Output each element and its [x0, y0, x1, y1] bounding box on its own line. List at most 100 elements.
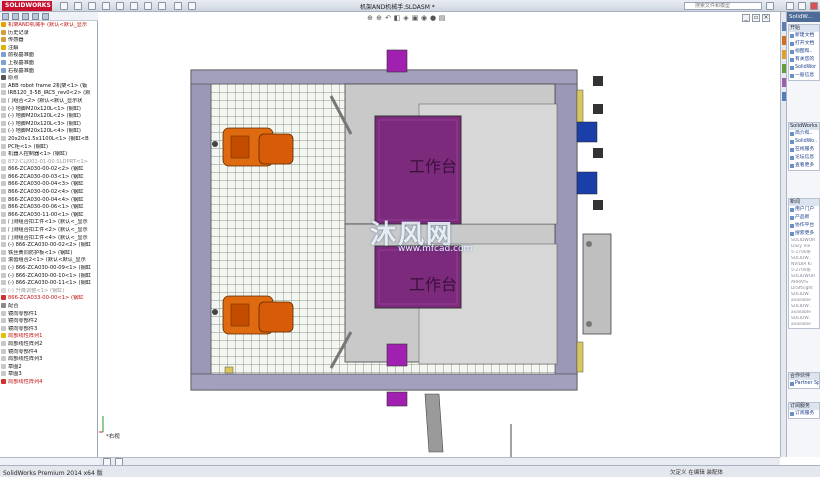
task-link[interactable]: Partner Sp — [789, 380, 819, 388]
tree-item[interactable]: 配合 — [1, 302, 97, 311]
tree-item[interactable]: IRB120_3-58_IRC5_rev0<2> (默 — [1, 90, 97, 98]
section-view-icon[interactable]: ◧ — [393, 14, 401, 22]
tree-item[interactable]: 门测组合扣工件<2> (默认<_显示 — [1, 227, 97, 235]
solidworks-logo[interactable]: SOLIDWORKS — [2, 1, 52, 11]
view-orientation-icon[interactable]: ◈ — [402, 14, 410, 22]
dimxpert-tab-icon[interactable] — [32, 13, 39, 20]
property-tab-icon[interactable] — [12, 13, 19, 20]
tree-item[interactable]: 镜向零部件3 — [1, 325, 97, 334]
options-icon[interactable] — [158, 2, 166, 10]
tree-item[interactable]: (-) 升降调整<1> (钢缸) — [1, 287, 97, 296]
previous-view-icon[interactable]: ↶ — [384, 14, 392, 22]
tree-item[interactable]: (-) 866-ZCA030-00-09<1> (钢缸 — [1, 265, 97, 273]
zoom-area-icon[interactable]: ⊕ — [375, 14, 383, 22]
hide-show-icon[interactable]: ◉ — [420, 14, 428, 22]
tree-item[interactable]: 866-ZCA030-11-00<1> (钢缸 — [1, 211, 97, 220]
new-file-icon[interactable] — [60, 2, 68, 10]
tree-item[interactable]: (-) 地脚M20x120L<1> (钢缸) — [1, 105, 97, 114]
close-button[interactable] — [810, 2, 818, 10]
task-link[interactable]: 订阅服务 — [789, 410, 819, 418]
open-file-icon[interactable] — [74, 2, 82, 10]
tree-item[interactable]: 原点 — [1, 75, 97, 83]
tree-item[interactable]: (-) 地脚M20x120L<3> (钢缸) — [1, 120, 97, 129]
tree-item[interactable]: (-) 地脚M20x120L<4> (钢缸) — [1, 128, 97, 136]
tree-item[interactable]: (-) 866-ZCA030-00-02<2> (钢缸 — [1, 242, 97, 250]
task-link[interactable]: 新建文档 — [789, 32, 819, 40]
doc-minimize-button[interactable]: _ — [742, 14, 750, 22]
task-link[interactable]: 在线服务 — [789, 146, 819, 154]
tree-item[interactable]: 局部线性阵列4 — [1, 378, 97, 387]
task-link[interactable]: 一般信息 — [789, 72, 819, 80]
tree-item[interactable]: 滚齿组合2<1> (默认<默认_显示 — [1, 257, 97, 265]
task-link[interactable]: SolidWo.. — [789, 138, 819, 146]
rebuild-icon[interactable] — [144, 2, 152, 10]
tree-item-label: 局部线性阵列4 — [8, 378, 43, 385]
print-icon[interactable] — [102, 2, 110, 10]
tree-item[interactable]: 866-ZCA033-00-00<1> (钢缸 — [1, 295, 97, 303]
undo-icon[interactable] — [116, 2, 124, 10]
tree-item[interactable]: 铁丝黄同防护板<1> (钢缸) — [1, 249, 97, 258]
search-input[interactable]: 搜索文件和模型 — [684, 2, 762, 10]
tree-item[interactable]: 872-CLJ001-01-00.SLDPRT<1> — [1, 158, 97, 167]
zoom-fit-icon[interactable]: ⊕ — [366, 14, 374, 22]
feature-tree-tab-icon[interactable] — [2, 13, 9, 20]
tree-item[interactable]: 局部线性阵列3 — [1, 356, 97, 364]
tree-item[interactable]: 局部线性阵列1 — [1, 333, 97, 341]
tree-item[interactable]: 镜向零部件1 — [1, 310, 97, 319]
tree-item[interactable]: 传感器 — [1, 37, 97, 45]
task-link[interactable]: 产品新 — [789, 214, 819, 222]
file-props-icon[interactable] — [174, 2, 182, 10]
tree-item[interactable]: 866-ZCA030-00-04<4> (钢缸 — [1, 196, 97, 205]
tree-item[interactable]: 866-ZCA030-00-04<3> (钢缸 — [1, 181, 97, 189]
tree-item[interactable]: 草图3 — [1, 371, 97, 379]
tree-item[interactable]: (-) 866-ZCA030-00-11<1> (钢缸 — [1, 280, 97, 288]
task-link[interactable]: 协作平台 — [789, 222, 819, 230]
gear-icon[interactable] — [188, 2, 196, 10]
display-style-icon[interactable]: ▣ — [411, 14, 419, 22]
tree-item[interactable]: ABB robot frame 2机架<1> (钣 — [1, 82, 97, 91]
tree-item[interactable]: 机器人控制器<1> (钢缸) — [1, 151, 97, 159]
tree-item[interactable]: 866-ZCA030-00-06<1> (钢缸 — [1, 204, 97, 212]
task-link[interactable]: 用户门户 — [789, 206, 819, 214]
task-link[interactable]: 简介和.. — [789, 130, 819, 138]
config-tab-icon[interactable] — [22, 13, 29, 20]
tree-item[interactable]: PC柜<1> (钢缸) — [1, 143, 97, 152]
task-link[interactable]: 有关您的 — [789, 56, 819, 64]
tree-item[interactable]: 866-ZCA030-00-02<2> (钢缸 — [1, 166, 97, 174]
save-icon[interactable] — [88, 2, 96, 10]
tree-item[interactable]: 20x20x1.5x1100L<1> (钢缸<B — [1, 135, 97, 144]
select-icon[interactable] — [130, 2, 138, 10]
tree-item[interactable]: 草图2 — [1, 363, 97, 372]
display-tab-icon[interactable] — [42, 13, 49, 20]
task-link[interactable]: 视图和.. — [789, 48, 819, 56]
maximize-button[interactable] — [798, 2, 806, 10]
tree-item[interactable]: 上视基准面 — [1, 59, 97, 68]
tree-item[interactable]: 机架AND机械手 (默认<默认_显示 — [1, 22, 97, 30]
tree-item[interactable]: 866-ZCA030-00-03<1> (钢缸 — [1, 173, 97, 182]
tree-item[interactable]: 866-ZCA030-00-02<4> (钢缸 — [1, 189, 97, 197]
task-link[interactable]: 查看更多 — [789, 162, 819, 170]
help-icon[interactable] — [766, 2, 774, 10]
scene-icon[interactable]: ▤ — [438, 14, 446, 22]
tree-item[interactable]: (-) 地脚M20x120L<2> (钢缸) — [1, 113, 97, 121]
tree-item[interactable]: 门测组合扣工件<4> (默认<_显示 — [1, 234, 97, 243]
doc-close-button[interactable]: × — [762, 14, 770, 22]
task-link[interactable]: 论坛信息 — [789, 154, 819, 162]
appearance-icon[interactable]: ● — [429, 14, 437, 22]
tree-item[interactable]: 注解 — [1, 44, 97, 53]
tree-item[interactable]: 历史记录 — [1, 29, 97, 38]
tree-item[interactable]: 镜向零部件4 — [1, 348, 97, 357]
minimize-button[interactable] — [786, 2, 794, 10]
tree-item[interactable]: (-) 866-ZCA030-00-10<1> (钢缸 — [1, 272, 97, 281]
tree-item[interactable]: 门测组合扣工件<1> (默认<_显示 — [1, 219, 97, 227]
task-link[interactable]: SolidWor — [789, 64, 819, 72]
doc-restore-button[interactable]: ▫ — [752, 14, 760, 22]
task-link[interactable]: 打开文档 — [789, 40, 819, 48]
task-link[interactable]: 搜索更多 — [789, 230, 819, 238]
tree-item[interactable]: 前视基准面 — [1, 52, 97, 60]
tree-item[interactable]: 局部线性阵列2 — [1, 340, 97, 349]
tree-item[interactable]: 右视基准面 — [1, 67, 97, 76]
tree-item[interactable]: 镜向零部件2 — [1, 318, 97, 326]
tree-item[interactable]: 门组合<2> (默认<默认_显示状 — [1, 97, 97, 106]
robot-upper — [212, 127, 294, 167]
